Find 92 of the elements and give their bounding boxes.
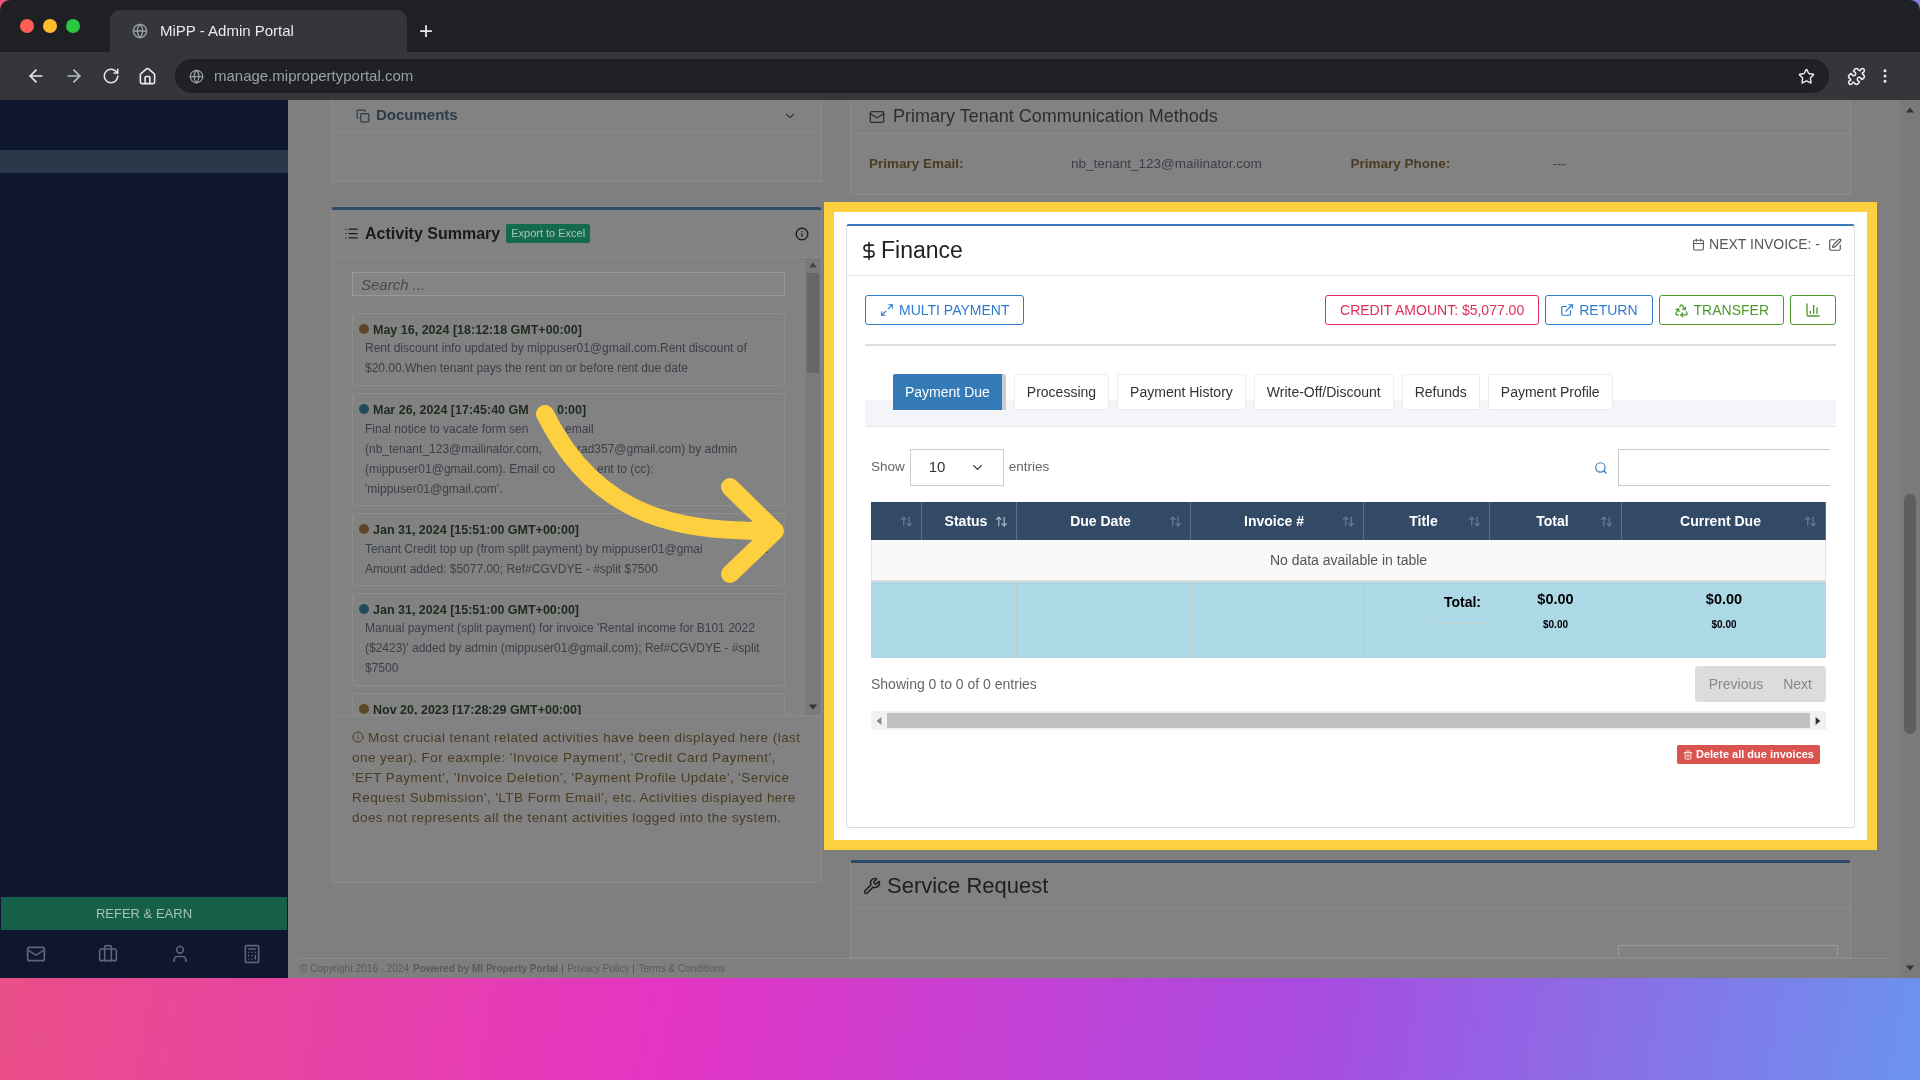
list-icon xyxy=(344,226,359,241)
total-value: $0.00 xyxy=(1705,590,1743,609)
info-icon xyxy=(352,731,364,744)
trash-icon xyxy=(1683,749,1693,760)
info-icon[interactable] xyxy=(795,226,809,241)
mail-icon xyxy=(869,108,885,125)
activity-note: Most crucial tenant related activities have been displayed here (last one year). For eaxmple: 'Invoice Payment', 'Credit Card Payment', 'EFT Payment', 'Invoice Deletion', 'Payment Profile Update', 'Service Request Submission', 'LTB Form Email', etc. Activities displayed here does not represents all the tenant activities logged into the system. xyxy=(351,729,802,827)
scrollbar-thumb[interactable] xyxy=(1904,494,1916,734)
transfer-button[interactable]: TRANSFER xyxy=(1658,295,1784,325)
field-label: Primary Phone: xyxy=(1350,154,1452,173)
documents-icon xyxy=(356,108,370,123)
recycle-icon xyxy=(1673,302,1689,318)
field-value: nb_tenant_123@mailinator.com xyxy=(1070,154,1263,173)
refer-earn-button[interactable]: REFER & EARN xyxy=(1,897,287,930)
external-link-icon xyxy=(1560,303,1575,317)
reload-icon[interactable] xyxy=(102,67,120,85)
scroll-up-icon[interactable] xyxy=(1906,106,1914,114)
extensions-icon[interactable] xyxy=(1847,66,1866,86)
activity-text: Tenant Credit top up (from split payment) by mippuser01@gmai xyxy=(365,542,703,556)
globe-icon xyxy=(189,68,204,84)
edit-icon[interactable] xyxy=(1828,237,1842,252)
scroll-right-icon[interactable] xyxy=(1814,716,1822,725)
activity-date: Jan 31, 2024 [15:51:00 GMT+00:00] xyxy=(373,602,580,617)
search-icon xyxy=(1594,460,1608,475)
activity-text: 'mippuser01@gmail.com'. xyxy=(365,482,503,496)
entries-select[interactable]: 10 xyxy=(909,449,1004,486)
field-label: Primary Email: xyxy=(869,154,965,173)
activity-date: May 16, 2024 [18:12:18 GMT+00:00] xyxy=(373,322,582,337)
documents-title: Documents xyxy=(376,105,459,126)
export-excel-button[interactable]: Export to Excel xyxy=(506,224,591,243)
user-icon[interactable] xyxy=(170,944,190,964)
tab[interactable]: Payment History xyxy=(1117,374,1246,410)
show-label: Show xyxy=(871,458,905,477)
credit-amount-button[interactable]: CREDIT AMOUNT: $5,077.00 xyxy=(1325,295,1540,325)
table-search-field[interactable] xyxy=(1618,449,1830,486)
activity-text: Manual payment (split payment) for invoice 'Rental income for B101 2022 ($2423)' added by admin (mippuser01@gmail.com); Ref#CGVDYE - #split $7500 xyxy=(364,620,761,677)
page-scrollbar[interactable] xyxy=(1900,100,1920,978)
wrench-icon xyxy=(863,876,881,895)
new-tab-button[interactable]: + xyxy=(407,10,445,52)
total-label: Total: xyxy=(1435,582,1490,624)
activity-date: 0:00] xyxy=(557,402,587,417)
address-field[interactable]: manage.mipropertyportal.com xyxy=(175,59,1829,93)
scroll-down-icon[interactable] xyxy=(809,703,817,711)
activity-text: ent to (cc): xyxy=(597,462,654,476)
return-button[interactable]: RETURN xyxy=(1545,295,1653,325)
activity-text: Rent discount info updated by mippuser01@gmail.com.Rent discount of $20.00.When tenant pays the rent on or before rent due date xyxy=(364,340,748,377)
scroll-left-icon[interactable] xyxy=(875,716,883,725)
chart-button[interactable] xyxy=(1790,295,1836,325)
finance-title: Finance xyxy=(881,236,964,266)
tab[interactable]: Write-Off/Discount xyxy=(1253,374,1394,410)
tab[interactable]: Payment Due xyxy=(893,374,1006,410)
table-info: Showing 0 to 0 of 0 entries xyxy=(871,674,1038,694)
briefcase-icon[interactable] xyxy=(98,944,118,964)
delete-invoices-button[interactable]: Delete all due invoices xyxy=(1677,745,1820,764)
tab[interactable]: Payment Profile xyxy=(1487,374,1613,410)
scroll-up-icon[interactable] xyxy=(809,261,817,269)
activity-title: Activity Summary xyxy=(365,223,501,244)
tab[interactable]: Refunds xyxy=(1401,374,1480,410)
total-subvalue: $0.00 xyxy=(1543,617,1568,632)
communication-title: Primary Tenant Communication Methods xyxy=(893,105,1218,128)
bar-chart-icon xyxy=(1805,302,1821,318)
home-icon[interactable] xyxy=(138,66,157,86)
activity-date: Jan 31, 2024 [15:51:00 GMT+00:00] xyxy=(373,522,580,537)
scrollbar-thumb[interactable] xyxy=(887,713,1810,728)
activity-text: Amount added: $5077.00; Ref#CGVDYE - #split $7500 xyxy=(365,562,658,576)
mail-icon[interactable] xyxy=(26,944,46,964)
activity-text: (nb_tenant_123@mailinator.com, xyxy=(365,442,542,456)
calendar-icon xyxy=(1692,238,1705,251)
total-subvalue: $0.00 xyxy=(1711,617,1737,632)
globe-icon xyxy=(132,23,148,39)
entries-label: entries xyxy=(1008,458,1051,477)
scroll-down-icon[interactable] xyxy=(1906,964,1914,972)
service-request-title: Service Request xyxy=(887,872,1049,900)
bookmark-star-icon[interactable] xyxy=(1798,67,1815,85)
expand-icon xyxy=(880,303,894,317)
browser-tab[interactable]: MiPP - Admin Portal xyxy=(110,10,407,52)
activity-text: . xyxy=(765,542,769,556)
activity-text: email xyxy=(565,422,594,436)
activity-text: (mippuser01@gmail.com). Email co xyxy=(365,462,556,476)
horizontal-scrollbar[interactable] xyxy=(871,711,1826,730)
search-field[interactable]: Search ... xyxy=(352,272,785,296)
tab[interactable]: Processing xyxy=(1013,374,1110,410)
empty-message: No data available in table xyxy=(871,540,1826,580)
total-value: $0.00 xyxy=(1537,590,1574,609)
scrollbar[interactable] xyxy=(805,258,821,715)
field-value: --- xyxy=(1552,154,1567,173)
next-invoice-label: NEXT INVOICE: - xyxy=(1709,235,1820,254)
calculator-icon[interactable] xyxy=(242,944,262,964)
activity-text: Final notice to vacate form sen xyxy=(365,422,529,436)
activity-text: rad357@gmail.com) by admin xyxy=(577,442,738,456)
multi-payment-button[interactable]: MULTI PAYMENT xyxy=(865,295,1025,325)
activity-date: Mar 26, 2024 [17:45:40 GM xyxy=(373,402,529,417)
